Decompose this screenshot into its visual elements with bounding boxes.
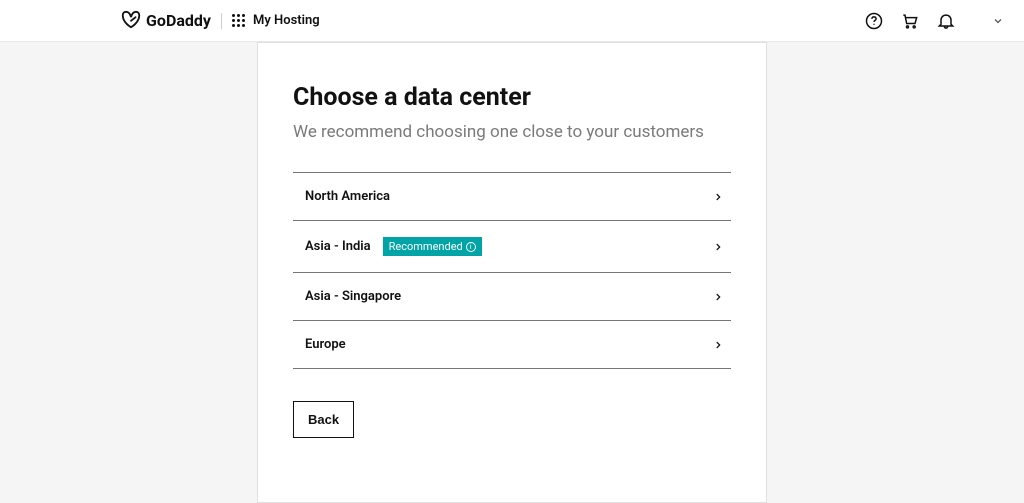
- info-icon: i: [466, 242, 476, 252]
- chevron-right-icon: [713, 242, 723, 252]
- brand-logo[interactable]: GoDaddy: [120, 8, 211, 34]
- option-label: North America: [305, 189, 390, 204]
- page-subtitle: We recommend choosing one close to your …: [293, 122, 731, 142]
- card-footer: Back: [293, 401, 731, 438]
- brand-name: GoDaddy: [146, 11, 211, 30]
- header-divider: [221, 13, 222, 29]
- account-dropdown[interactable]: [992, 15, 1004, 27]
- option-europe[interactable]: Europe: [293, 321, 731, 369]
- chevron-right-icon: [713, 340, 723, 350]
- cart-icon[interactable]: [900, 11, 920, 31]
- main-content: Choose a data center We recommend choosi…: [0, 42, 1024, 503]
- page-name: My Hosting: [253, 13, 320, 28]
- data-center-list: North America Asia - India Recommended i: [293, 172, 731, 369]
- recommended-badge: Recommended i: [383, 237, 482, 256]
- back-button[interactable]: Back: [293, 401, 354, 438]
- godaddy-logo-icon: [120, 8, 142, 34]
- option-label: Europe: [305, 337, 346, 352]
- header-actions: [864, 11, 1004, 31]
- apps-grid-icon[interactable]: [232, 14, 245, 27]
- badge-text: Recommended: [389, 240, 463, 253]
- chevron-right-icon: [713, 292, 723, 302]
- bell-icon[interactable]: [936, 11, 956, 31]
- page-title: Choose a data center: [293, 83, 731, 112]
- global-header: GoDaddy My Hosting: [0, 0, 1024, 42]
- option-label: Asia - Singapore: [305, 289, 401, 304]
- data-center-card: Choose a data center We recommend choosi…: [257, 42, 767, 503]
- option-asia-india[interactable]: Asia - India Recommended i: [293, 221, 731, 273]
- option-north-america[interactable]: North America: [293, 173, 731, 221]
- option-asia-singapore[interactable]: Asia - Singapore: [293, 273, 731, 321]
- chevron-right-icon: [713, 192, 723, 202]
- help-icon[interactable]: [864, 11, 884, 31]
- option-label: Asia - India: [305, 239, 371, 254]
